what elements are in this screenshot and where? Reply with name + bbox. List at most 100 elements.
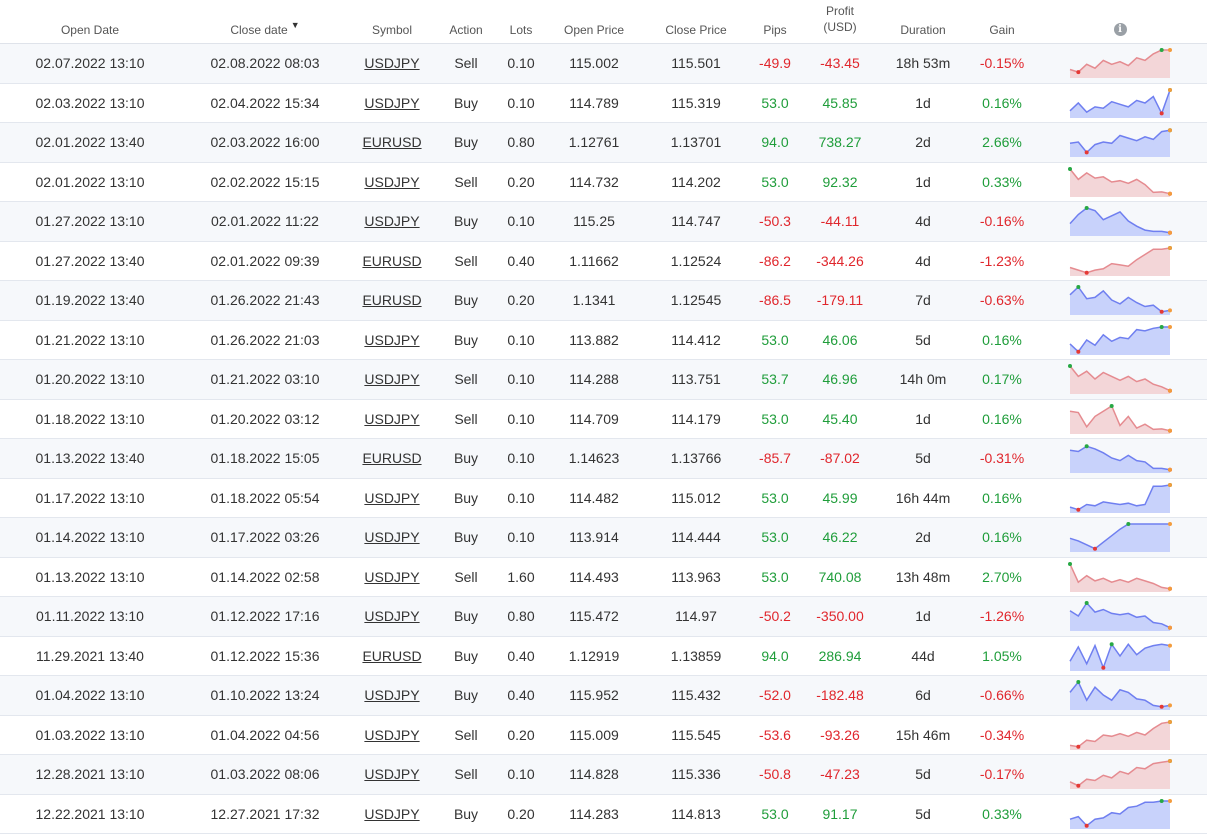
cell-action: Buy	[430, 795, 502, 834]
info-icon[interactable]: i	[1114, 23, 1127, 36]
header-duration[interactable]: Duration	[883, 0, 963, 43]
symbol-link[interactable]: USDJPY	[352, 44, 432, 83]
cell-profit: -179.11	[800, 281, 880, 320]
cell-duration: 14h 0m	[883, 360, 963, 399]
sparkline-end-marker	[1168, 246, 1172, 250]
symbol-link[interactable]: EURUSD	[352, 281, 432, 320]
table-row[interactable]: 02.07.2022 13:1002.08.2022 08:03USDJPYSe…	[0, 44, 1207, 84]
trade-history-table: Open Date Close date▼ Symbol Action Lots…	[0, 0, 1207, 834]
cell-action: Sell	[430, 558, 502, 597]
sparkline-end-marker	[1168, 720, 1172, 724]
header-lots[interactable]: Lots	[495, 0, 547, 43]
table-row[interactable]: 12.22.2021 13:1012.27.2021 17:32USDJPYBu…	[0, 795, 1207, 834]
table-row[interactable]: 01.27.2022 13:1002.01.2022 11:22USDJPYBu…	[0, 202, 1207, 242]
cell-open-date: 01.21.2022 13:10	[30, 321, 150, 360]
cell-gain: 2.70%	[972, 558, 1032, 597]
table-row[interactable]: 01.04.2022 13:1001.10.2022 13:24USDJPYBu…	[0, 676, 1207, 716]
sparkline-area	[1070, 761, 1170, 789]
sparkline-end-marker	[1168, 643, 1172, 647]
header-gain[interactable]: Gain	[972, 0, 1032, 43]
table-row[interactable]: 02.01.2022 13:4002.03.2022 16:00EURUSDBu…	[0, 123, 1207, 163]
symbol-link[interactable]: EURUSD	[352, 123, 432, 162]
header-open-date[interactable]: Open Date	[30, 0, 150, 43]
equity-sparkline	[1068, 321, 1172, 360]
cell-open-price: 1.11662	[549, 242, 639, 281]
sparkline-end-marker	[1168, 483, 1172, 487]
cell-lots: 0.10	[495, 479, 547, 518]
header-profit[interactable]: Profit(USD)	[800, 0, 880, 43]
cell-gain: 0.33%	[972, 795, 1032, 834]
sparkline-high-marker	[1076, 680, 1080, 684]
table-row[interactable]: 02.03.2022 13:1002.04.2022 15:34USDJPYBu…	[0, 84, 1207, 124]
header-action[interactable]: Action	[430, 0, 502, 43]
table-row[interactable]: 01.11.2022 13:1001.12.2022 17:16USDJPYBu…	[0, 597, 1207, 637]
cell-action: Buy	[430, 597, 502, 636]
cell-lots: 0.40	[495, 637, 547, 676]
table-row[interactable]: 01.13.2022 13:1001.14.2022 02:58USDJPYSe…	[0, 558, 1207, 598]
cell-gain: 1.05%	[972, 637, 1032, 676]
table-body: 02.07.2022 13:1002.08.2022 08:03USDJPYSe…	[0, 44, 1207, 834]
header-info[interactable]: i	[1090, 0, 1150, 43]
symbol-link[interactable]: USDJPY	[352, 321, 432, 360]
symbol-link[interactable]: USDJPY	[352, 202, 432, 241]
table-row[interactable]: 02.01.2022 13:1002.02.2022 15:15USDJPYSe…	[0, 163, 1207, 203]
symbol-link[interactable]: USDJPY	[352, 597, 432, 636]
cell-gain: -0.15%	[972, 44, 1032, 83]
cell-lots: 0.10	[495, 400, 547, 439]
table-row[interactable]: 01.21.2022 13:1001.26.2022 21:03USDJPYBu…	[0, 321, 1207, 361]
symbol-link[interactable]: USDJPY	[352, 558, 432, 597]
header-symbol[interactable]: Symbol	[352, 0, 432, 43]
table-row[interactable]: 01.17.2022 13:1001.18.2022 05:54USDJPYBu…	[0, 479, 1207, 519]
table-row[interactable]: 12.28.2021 13:1001.03.2022 08:06USDJPYSe…	[0, 755, 1207, 795]
symbol-link[interactable]: USDJPY	[352, 716, 432, 755]
cell-profit: 45.40	[800, 400, 880, 439]
symbol-link[interactable]: USDJPY	[352, 84, 432, 123]
table-row[interactable]: 01.13.2022 13:4001.18.2022 15:05EURUSDBu…	[0, 439, 1207, 479]
symbol-link[interactable]: USDJPY	[352, 518, 432, 557]
symbol-link[interactable]: EURUSD	[352, 242, 432, 281]
cell-duration: 2d	[883, 518, 963, 557]
table-row[interactable]: 01.03.2022 13:1001.04.2022 04:56USDJPYSe…	[0, 716, 1207, 756]
sparkline-area	[1070, 722, 1170, 750]
symbol-link[interactable]: EURUSD	[352, 637, 432, 676]
cell-close-price: 114.444	[651, 518, 741, 557]
cell-open-date: 01.17.2022 13:10	[30, 479, 150, 518]
cell-gain: -0.17%	[972, 755, 1032, 794]
cell-pips: 53.0	[745, 84, 805, 123]
symbol-link[interactable]: USDJPY	[352, 479, 432, 518]
cell-close-price: 113.963	[651, 558, 741, 597]
table-row[interactable]: 01.14.2022 13:1001.17.2022 03:26USDJPYBu…	[0, 518, 1207, 558]
cell-open-date: 01.18.2022 13:10	[30, 400, 150, 439]
sparkline-end-marker	[1168, 191, 1172, 195]
symbol-link[interactable]: EURUSD	[352, 439, 432, 478]
cell-lots: 0.10	[495, 202, 547, 241]
header-pips[interactable]: Pips	[745, 0, 805, 43]
cell-close-price: 1.13766	[651, 439, 741, 478]
cell-close-date: 01.18.2022 15:05	[205, 439, 325, 478]
cell-pips: 53.0	[745, 479, 805, 518]
symbol-link[interactable]: USDJPY	[352, 360, 432, 399]
header-close-price[interactable]: Close Price	[651, 0, 741, 43]
symbol-link[interactable]: USDJPY	[352, 755, 432, 794]
cell-action: Buy	[430, 637, 502, 676]
table-row[interactable]: 01.19.2022 13:4001.26.2022 21:43EURUSDBu…	[0, 281, 1207, 321]
cell-profit: -350.00	[800, 597, 880, 636]
cell-lots: 0.20	[495, 716, 547, 755]
sparkline-high-marker	[1160, 325, 1164, 329]
sparkline-low-marker	[1160, 310, 1164, 314]
cell-action: Buy	[430, 518, 502, 557]
table-row[interactable]: 11.29.2021 13:4001.12.2022 15:36EURUSDBu…	[0, 637, 1207, 677]
symbol-link[interactable]: USDJPY	[352, 163, 432, 202]
cell-open-date: 01.03.2022 13:10	[30, 716, 150, 755]
header-close-date[interactable]: Close date▼	[205, 0, 325, 43]
cell-pips: 53.0	[745, 321, 805, 360]
symbol-link[interactable]: USDJPY	[352, 795, 432, 834]
symbol-link[interactable]: USDJPY	[352, 400, 432, 439]
header-open-price[interactable]: Open Price	[549, 0, 639, 43]
cell-close-date: 02.04.2022 15:34	[205, 84, 325, 123]
table-row[interactable]: 01.18.2022 13:1001.20.2022 03:12USDJPYSe…	[0, 400, 1207, 440]
symbol-link[interactable]: USDJPY	[352, 676, 432, 715]
table-row[interactable]: 01.20.2022 13:1001.21.2022 03:10USDJPYSe…	[0, 360, 1207, 400]
table-row[interactable]: 01.27.2022 13:4002.01.2022 09:39EURUSDSe…	[0, 242, 1207, 282]
sparkline-end-marker	[1168, 586, 1172, 590]
